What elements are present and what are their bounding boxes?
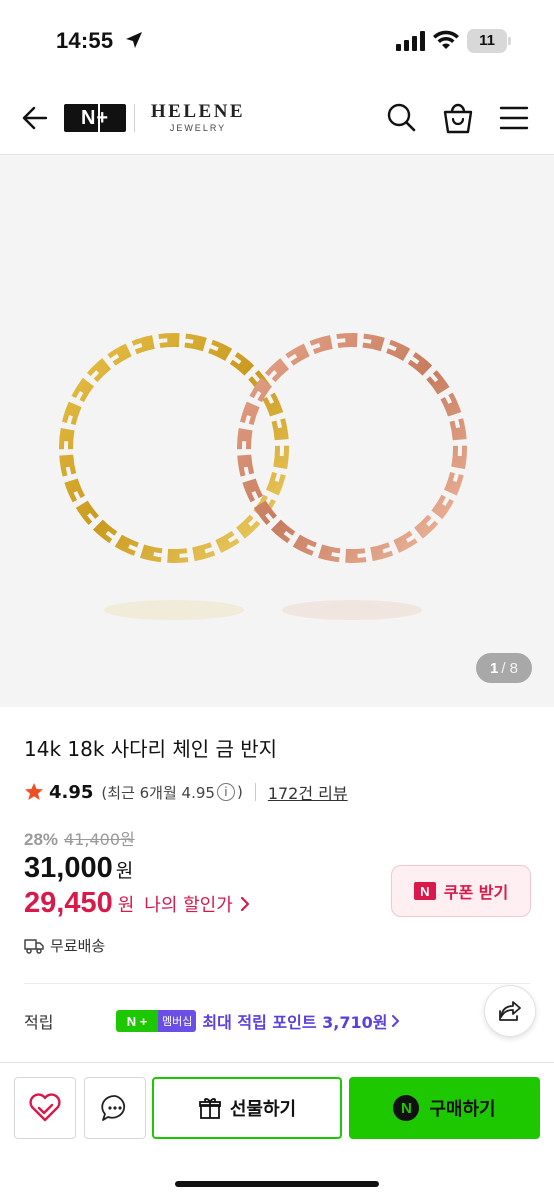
battery-level: 11 <box>479 32 495 49</box>
buy-label: 구매하기 <box>429 1099 496 1120</box>
naver-plus-logo[interactable]: N+ <box>64 104 126 132</box>
rating-detail: (최근 6개월 4.95 <box>101 783 215 802</box>
coupon-button[interactable]: N 쿠폰 받기 <box>391 865 531 917</box>
back-arrow-icon[interactable] <box>20 104 48 132</box>
chat-bubble-icon <box>101 1095 126 1121</box>
my-price-label: 나의 할인가 <box>144 894 233 916</box>
status-time: 14:55 <box>56 28 114 53</box>
points-max-text: 최대 적립 포인트 3,710원 <box>202 1013 388 1032</box>
my-price-unit: 원 <box>117 894 135 916</box>
sale-price-unit: 원 <box>115 860 134 882</box>
wifi-icon <box>433 30 459 49</box>
shipping-label: 무료배송 <box>50 937 106 955</box>
shipping-info: 무료배송 <box>24 935 105 956</box>
chevron-right-icon <box>240 896 249 911</box>
hamburger-menu-icon[interactable] <box>499 105 529 131</box>
heart-icon <box>29 1093 61 1122</box>
shopping-bag-icon[interactable] <box>442 100 474 134</box>
gift-icon <box>198 1098 221 1119</box>
search-icon[interactable] <box>386 102 416 132</box>
my-discount-price[interactable]: 29,450 원 나의 할인가 <box>24 887 251 920</box>
naver-membership-badge: N + 멤버십 <box>116 1010 197 1032</box>
points-row[interactable]: 적립 N + 멤버십 최대 적립 포인트 3,710원 <box>24 1009 444 1033</box>
wishlist-button[interactable] <box>14 1077 76 1139</box>
bottom-action-bar: 선물하기 N 구매하기 <box>0 1062 554 1200</box>
share-icon <box>499 1001 521 1021</box>
image-pager: 1/ 8 <box>476 653 532 683</box>
chevron-right-icon <box>392 1015 400 1027</box>
original-price: 41,400원 <box>64 830 135 849</box>
buy-button[interactable]: N 구매하기 <box>349 1077 540 1139</box>
brand-name: HELENE <box>150 101 246 122</box>
talk-button[interactable] <box>84 1077 146 1139</box>
rating-row: 4.95 (최근 6개월 4.95 i ) 172건 리뷰 <box>24 780 348 804</box>
section-divider <box>24 983 530 984</box>
product-title: 14k 18k 사다리 체인 금 반지 <box>24 737 278 761</box>
info-icon[interactable]: i <box>216 783 235 801</box>
review-count-link[interactable]: 172건 리뷰 <box>268 780 348 804</box>
location-arrow-icon <box>126 32 142 48</box>
membership-badge-left: N + <box>116 1010 158 1032</box>
coupon-n-badge: N <box>413 882 436 900</box>
delivery-truck-icon <box>24 938 44 954</box>
coupon-label: 쿠폰 받기 <box>443 883 509 902</box>
product-image-carousel[interactable]: 1/ 8 <box>0 155 554 707</box>
product-photo-rings <box>59 333 467 620</box>
logo-badge-text: N+ <box>80 106 110 129</box>
rating-divider <box>254 783 256 801</box>
home-indicator <box>175 1181 379 1187</box>
sale-price: 31,000 원 <box>24 852 133 885</box>
discount-row: 28% 41,400원 <box>24 826 135 850</box>
rating-score: 4.95 <box>49 781 94 803</box>
brand-subtitle: JEWELRY <box>169 123 227 133</box>
naver-pay-badge: N <box>393 1095 420 1121</box>
header-divider <box>134 104 135 132</box>
pager-current: 1 <box>489 659 499 677</box>
gift-button[interactable]: 선물하기 <box>152 1077 342 1139</box>
gift-label: 선물하기 <box>229 1099 297 1120</box>
points-label: 적립 <box>24 1013 54 1032</box>
share-button[interactable] <box>484 985 536 1037</box>
membership-badge-right: 멤버십 <box>158 1010 197 1032</box>
cellular-signal-icon <box>396 31 425 51</box>
pager-total: / 8 <box>501 659 519 677</box>
star-icon <box>25 783 43 800</box>
status-bar: 14:55 11 <box>0 0 554 80</box>
rating-detail-close: ) <box>236 783 243 801</box>
my-price-value: 29,450 <box>24 887 113 919</box>
battery-icon: 11 <box>467 29 511 53</box>
brand-logo[interactable]: HELENE JEWELRY <box>146 101 250 133</box>
discount-rate: 28% <box>24 830 59 849</box>
app-header: N+ HELENE JEWELRY <box>0 80 554 155</box>
sale-price-value: 31,000 <box>24 852 113 884</box>
